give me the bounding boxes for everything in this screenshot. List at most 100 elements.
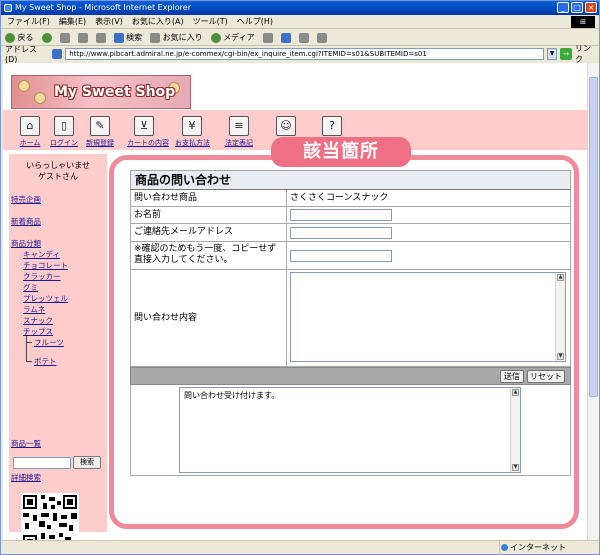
sidebar-search-input[interactable] [13, 457, 71, 469]
tree-branch [26, 342, 32, 343]
house-icon: ⌂ [20, 116, 40, 136]
guest-name: ゲストさん [38, 172, 78, 181]
edit-icon[interactable] [316, 32, 327, 43]
sidebar-category-candy[interactable]: キャンディ [23, 249, 60, 260]
sidebar-search-button[interactable]: 検索 [73, 456, 101, 469]
forward-arrow-icon[interactable] [41, 32, 52, 43]
sidebar-item-list[interactable]: 商品一覧 [11, 438, 41, 449]
content-label: 問い合わせ内容 [131, 270, 287, 366]
submit-button[interactable]: 送信 [500, 370, 524, 383]
sidebar-category-header[interactable]: 商品分類 [11, 238, 41, 249]
nav-login-label: ログイン [50, 139, 78, 147]
sidebar-subcategory-potato[interactable]: ポテト [34, 356, 57, 367]
qr-code-icon [21, 493, 79, 540]
page-viewport: My Sweet Shop ⌂ ホーム ▯ ログイン ✎ 新規登録 ⊻ カートの… [3, 63, 587, 540]
status-bar: インターネット [1, 540, 599, 555]
menu-edit[interactable]: 編集(E) [59, 16, 86, 27]
flower-icon [34, 92, 46, 104]
document-icon: ≡ [229, 116, 249, 136]
person-icon: ☺ [276, 116, 296, 136]
sidebar-new-items[interactable]: 新着商品 [11, 216, 41, 227]
nav-home[interactable]: ⌂ ホーム [13, 116, 47, 148]
browser-toolbar: 戻る 検索 お気に入り メディア [1, 30, 599, 46]
history-icon[interactable] [262, 32, 273, 43]
sidebar-category-pretzel[interactable]: プレッツェル [23, 293, 68, 304]
shop-logo[interactable]: My Sweet Shop [11, 75, 191, 109]
nav-legal-label: 法定表記 [225, 139, 253, 147]
search-button[interactable]: 検索 [113, 32, 143, 43]
stop-icon[interactable] [59, 32, 70, 43]
window-controls: _ □ × [557, 2, 597, 13]
back-button[interactable]: 戻る [5, 32, 34, 43]
door-icon: ▯ [54, 116, 74, 136]
email-confirm-input[interactable] [290, 250, 392, 262]
menu-favorites[interactable]: お気に入り(A) [132, 16, 184, 27]
sidebar-category-ramune[interactable]: ラムネ [23, 304, 45, 315]
email-confirm-line: ※確認のためもう一度、コピーせず [134, 244, 277, 254]
menu-help[interactable]: ヘルプ(H) [237, 16, 273, 27]
scrollbar-thumb[interactable] [589, 77, 598, 397]
form-title: 商品の問い合わせ [130, 170, 571, 190]
row-product: 問い合わせ商品 さくさくコーンスナック [130, 190, 571, 207]
sidebar-category-cracker[interactable]: クラッカー [23, 271, 61, 282]
address-dropdown-icon[interactable]: ▼ [547, 48, 558, 60]
mail-icon[interactable] [280, 32, 291, 43]
browser-window: My Sweet Shop - Microsoft Internet Explo… [0, 0, 600, 555]
sidebar-special[interactable]: 特売企画 [11, 194, 41, 205]
scroll-down-icon[interactable]: ▼ [512, 464, 519, 471]
sidebar-category-gummy[interactable]: グミ [23, 282, 38, 293]
nav-payment[interactable]: ¥ お支払方法 [175, 116, 210, 148]
links-label[interactable]: リンク [575, 43, 599, 65]
nav-cart[interactable]: ⊻ カートの内容 [127, 116, 169, 148]
refresh-icon[interactable] [77, 32, 88, 43]
minimize-button[interactable]: _ [557, 2, 569, 13]
menu-tools[interactable]: ツール(T) [193, 16, 228, 27]
response-textarea[interactable]: 問い合わせ受け付けます。 ▲ ▼ [179, 387, 521, 473]
nav-register[interactable]: ✎ 新規登録 [83, 116, 117, 148]
go-button[interactable]: → [560, 48, 573, 60]
nav-cart-label: カートの内容 [127, 139, 169, 147]
textarea-scrollbar[interactable]: ▲ ▼ [555, 273, 565, 361]
content-textarea[interactable]: ▲ ▼ [290, 272, 566, 362]
sidebar-category-chips[interactable]: チップス [23, 326, 53, 337]
form-button-bar: 送信 リセット [130, 367, 571, 385]
home-icon[interactable] [95, 32, 106, 43]
sidebar-advanced-search[interactable]: 詳細検索 [11, 472, 41, 483]
close-button[interactable]: × [585, 2, 597, 13]
nav-help[interactable]: ? [315, 116, 349, 138]
sidebar-category-snack[interactable]: スナック [23, 315, 53, 326]
sidebar-category-chocolate[interactable]: チョコレート [23, 260, 68, 271]
welcome-line: いらっしゃいませ [26, 161, 90, 170]
sidebar-subcategory-fruit[interactable]: フルーツ [34, 337, 64, 348]
menu-view[interactable]: 表示(V) [95, 16, 123, 27]
sidebar: いらっしゃいませ ゲストさん 特売企画 新着商品 商品分類 キャンディ チョコレ… [9, 154, 107, 540]
maximize-button[interactable]: □ [571, 2, 583, 13]
row-name: お名前 [130, 207, 571, 224]
star-icon [150, 32, 161, 43]
name-input[interactable] [290, 209, 392, 221]
nav-legal[interactable]: ≡ 法定表記 [222, 116, 256, 148]
question-icon: ? [322, 116, 342, 136]
page-scrollbar[interactable] [587, 63, 599, 540]
scroll-down-icon[interactable]: ▼ [557, 353, 564, 360]
menu-file[interactable]: ファイル(F) [7, 16, 50, 27]
shop-name: My Sweet Shop [54, 84, 176, 100]
scroll-up-icon[interactable]: ▲ [512, 389, 519, 396]
favorites-button[interactable]: お気に入り [150, 32, 203, 43]
welcome-message: いらっしゃいませ ゲストさん [9, 160, 107, 182]
row-content: 問い合わせ内容 ▲ ▼ [130, 270, 571, 367]
nav-login[interactable]: ▯ ログイン [47, 116, 81, 148]
address-label: アドレス(D) [5, 45, 37, 64]
response-scrollbar[interactable]: ▲ ▼ [510, 388, 520, 472]
address-bar: アドレス(D) http://www.pibcart.admiral.ne.jp… [1, 43, 599, 65]
email-input[interactable] [290, 227, 392, 239]
scroll-up-icon[interactable]: ▲ [557, 274, 564, 281]
media-button[interactable]: メディア [210, 32, 255, 43]
address-input[interactable]: http://www.pibcart.admiral.ne.jp/e-comme… [65, 48, 545, 60]
print-icon[interactable] [298, 32, 309, 43]
reset-button[interactable]: リセット [527, 370, 565, 383]
email-confirm-label: ※確認のためもう一度、コピーせず 直接入力してください。 [131, 242, 287, 269]
windows-logo-icon: ⊞ [571, 16, 595, 28]
cart-icon: ⊻ [134, 116, 154, 136]
search-label: 検索 [126, 33, 143, 42]
